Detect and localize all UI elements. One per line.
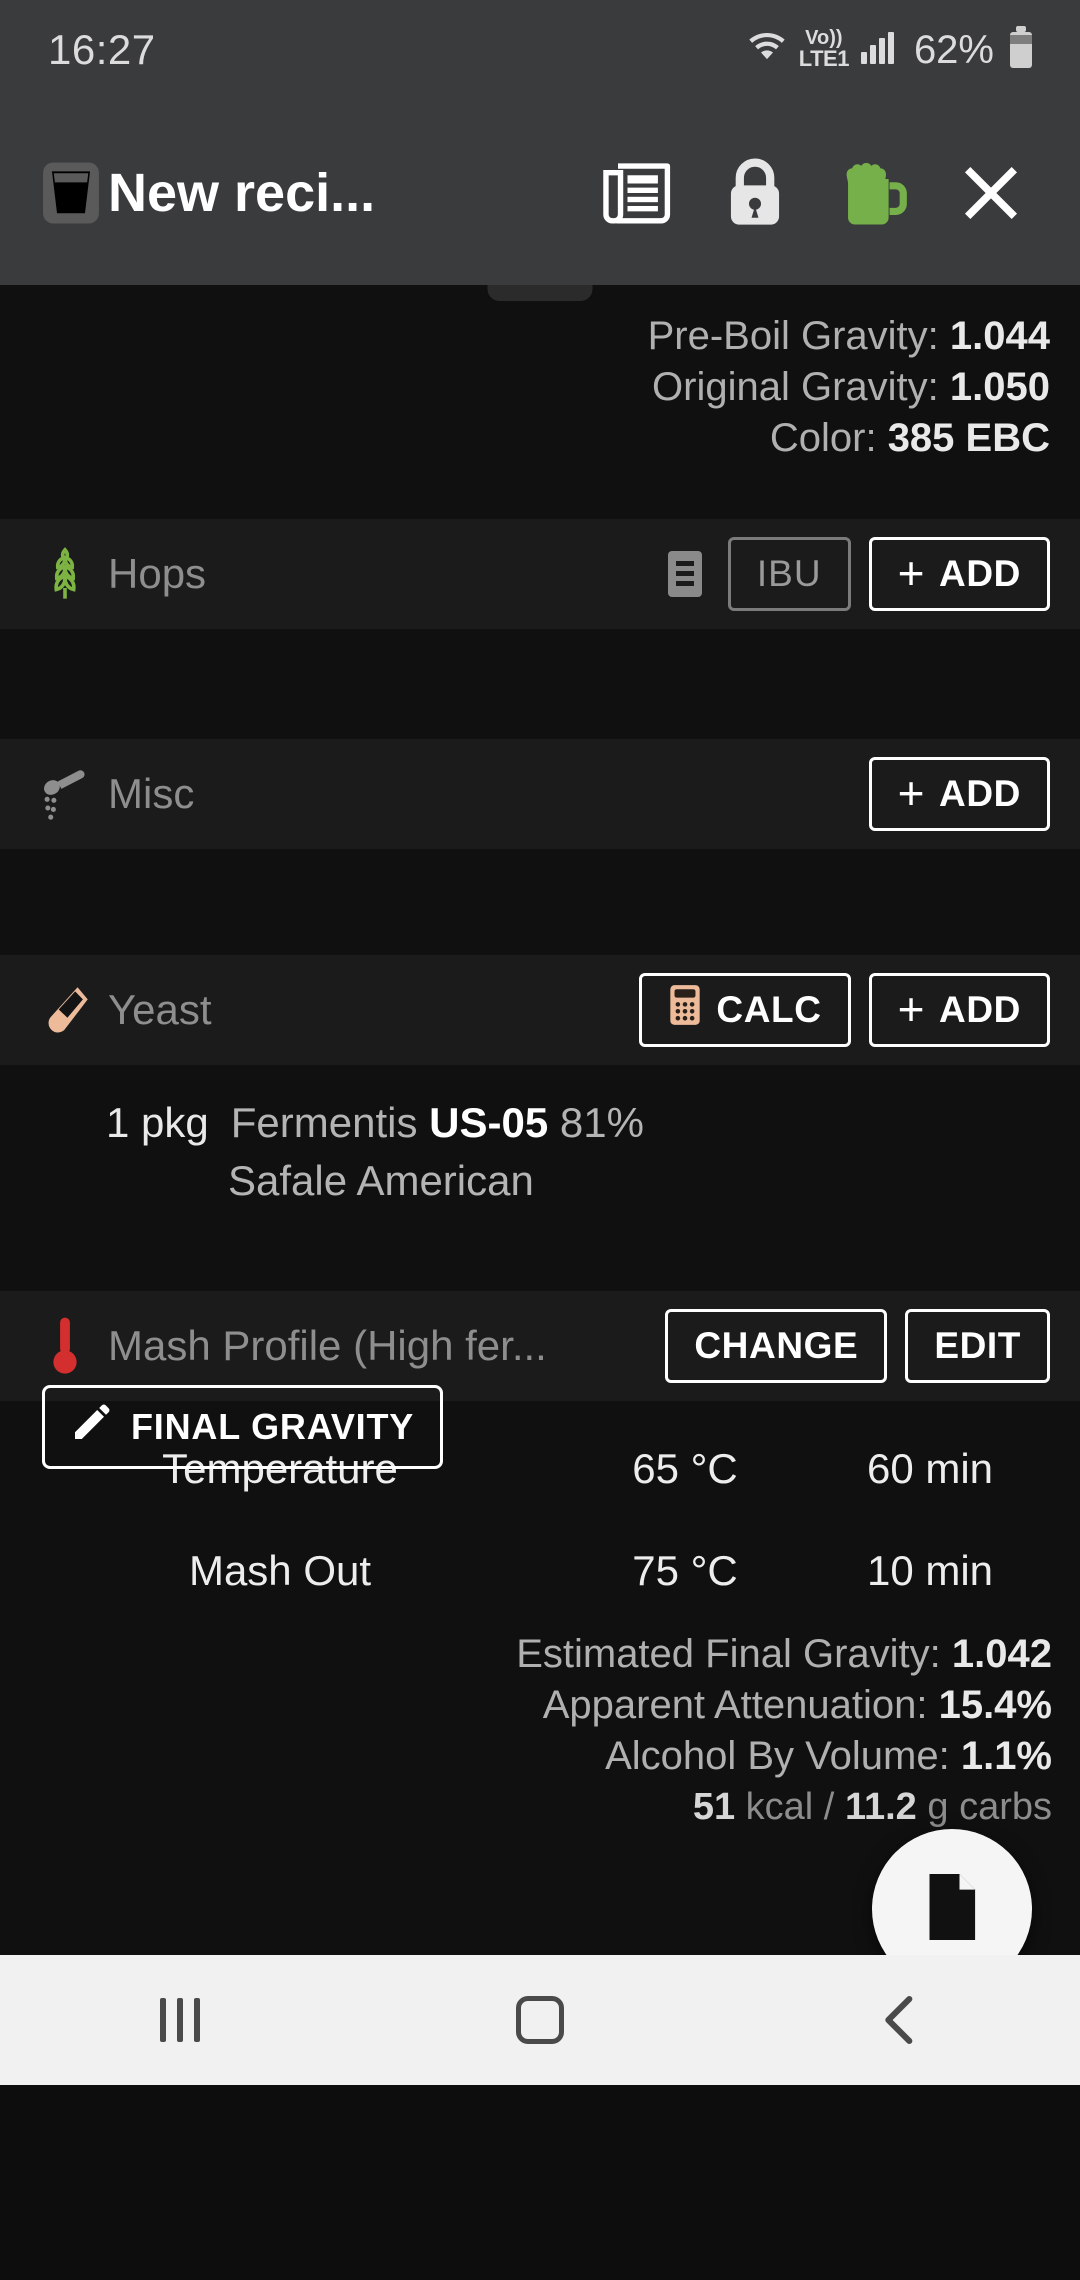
- section-title-misc: Misc: [108, 769, 195, 817]
- document-icon: [921, 1871, 983, 1948]
- add-label: ADD: [939, 772, 1021, 814]
- stat-final-gravity: Estimated Final Gravity: 1.042: [0, 1629, 1052, 1680]
- stat-label: Original Gravity:: [652, 365, 939, 410]
- add-hops-button[interactable]: + ADD: [868, 536, 1050, 611]
- hop-list-icon[interactable]: [667, 550, 702, 597]
- collapse-handle[interactable]: [487, 285, 593, 301]
- change-label: CHANGE: [694, 1324, 859, 1366]
- stat-label: Pre-Boil Gravity:: [647, 314, 939, 358]
- mash-step-time: 60 min: [866, 1444, 994, 1492]
- volte-indicator: Vo)) LTE1: [798, 27, 850, 71]
- hop-cone-icon: [36, 543, 94, 605]
- stat-label: Alcohol By Volume:: [605, 1733, 950, 1778]
- cellular-signal-icon: [860, 32, 894, 64]
- close-icon[interactable]: [932, 134, 1050, 252]
- mash-step-time: 10 min: [866, 1546, 994, 1594]
- mash-step-temp: 75 °C: [632, 1546, 738, 1594]
- yeast-code: US-05: [429, 1098, 549, 1146]
- edit-label: EDIT: [934, 1324, 1021, 1366]
- kcal-unit: kcal /: [745, 1786, 835, 1829]
- lock-icon[interactable]: [696, 134, 814, 252]
- top-stats: Pre-Boil Gravity: 1.044 Original Gravity…: [0, 285, 1080, 485]
- thermometer-icon: [36, 1315, 94, 1377]
- stat-apparent-attenuation: Apparent Attenuation: 15.4%: [0, 1680, 1052, 1731]
- add-label: ADD: [939, 988, 1021, 1030]
- status-time: 16:27: [48, 26, 156, 73]
- status-bar: 16:27 Vo)) LTE1 62%: [0, 0, 1080, 100]
- battery-percent: 62%: [913, 27, 994, 72]
- stat-value: 1.042: [951, 1631, 1052, 1676]
- plus-icon: +: [897, 767, 926, 820]
- app-bar: New reci...: [0, 100, 1080, 285]
- test-tube-icon: [36, 979, 94, 1041]
- system-nav-bar: [0, 1955, 1080, 2085]
- battery-icon: [1010, 26, 1032, 68]
- section-title-yeast: Yeast: [108, 985, 212, 1033]
- stat-label: Color:: [769, 416, 877, 461]
- home-icon[interactable]: [440, 1955, 640, 2085]
- mash-change-button[interactable]: CHANGE: [665, 1308, 888, 1383]
- yeast-item[interactable]: 1 pkg Fermentis US-05 81%: [0, 1065, 1080, 1147]
- stat-original-gravity: Original Gravity: 1.050: [0, 362, 1050, 413]
- add-yeast-button[interactable]: + ADD: [868, 972, 1050, 1047]
- spoon-icon: [36, 763, 94, 825]
- recipe-scroll-content[interactable]: Pre-Boil Gravity: 1.044 Original Gravity…: [0, 285, 1080, 2085]
- section-yeast[interactable]: Yeast CALC + ADD: [0, 954, 1080, 1065]
- final-gravity-button-wrap: FINAL GRAVITY: [42, 1385, 444, 1469]
- wifi-icon: [745, 28, 789, 73]
- pencil-icon: [71, 1403, 111, 1452]
- section-misc[interactable]: Misc + ADD: [0, 738, 1080, 849]
- plus-icon: +: [897, 983, 926, 1036]
- mash-step-row[interactable]: Mash Out 75 °C 10 min: [0, 1493, 1080, 1595]
- beer-glass-icon: [40, 160, 102, 226]
- stat-label: Apparent Attenuation:: [542, 1682, 928, 1727]
- carbs-value: 11.2: [844, 1786, 917, 1829]
- back-icon[interactable]: [800, 1955, 1000, 2085]
- section-hops[interactable]: Hops IBU + ADD: [0, 518, 1080, 629]
- kcal-value: 51: [692, 1786, 736, 1829]
- calc-label: CALC: [716, 988, 822, 1030]
- final-gravity-label: FINAL GRAVITY: [131, 1406, 415, 1447]
- yeast-name: Fermentis US-05 81%: [231, 1099, 644, 1147]
- bottom-stats: Estimated Final Gravity: 1.042 Apparent …: [0, 1629, 1080, 1830]
- mash-edit-button[interactable]: EDIT: [905, 1308, 1050, 1383]
- stat-value: 385 EBC: [887, 416, 1050, 461]
- stat-preboil-gravity: Pre-Boil Gravity: 1.044: [0, 311, 1050, 362]
- stat-abv: Alcohol By Volume: 1.1%: [0, 1731, 1052, 1782]
- stat-value: 1.044: [949, 314, 1050, 358]
- stat-value: 15.4%: [938, 1682, 1052, 1727]
- recents-icon[interactable]: [80, 1955, 280, 2085]
- plus-icon: +: [897, 547, 926, 600]
- beer-mug-icon[interactable]: [814, 134, 932, 252]
- section-title-hops: Hops: [108, 549, 207, 597]
- carbs-unit: g carbs: [927, 1786, 1052, 1829]
- calculator-icon: [668, 983, 702, 1036]
- final-gravity-button[interactable]: FINAL GRAVITY: [42, 1385, 444, 1469]
- yeast-attenuation: 81%: [559, 1098, 644, 1146]
- add-misc-button[interactable]: + ADD: [868, 756, 1050, 831]
- yeast-amount: 1 pkg: [106, 1098, 209, 1146]
- yeast-calc-button[interactable]: CALC: [639, 972, 851, 1047]
- stat-value: 1.050: [949, 365, 1050, 410]
- stat-value: 1.1%: [960, 1733, 1052, 1778]
- mash-step-name: Mash Out: [188, 1546, 372, 1594]
- ibu-label: IBU: [756, 552, 822, 594]
- yeast-subtitle: Safale American: [228, 1156, 534, 1204]
- nutrition-line: 51 kcal / 11.2 g carbs: [0, 1786, 1052, 1829]
- page-title: New reci...: [108, 162, 376, 223]
- section-title-mash: Mash Profile (High fer...: [108, 1321, 547, 1369]
- status-indicators: Vo)) LTE1 62%: [745, 26, 1032, 73]
- ibu-button[interactable]: IBU: [727, 536, 851, 611]
- recipe-title-group[interactable]: New reci...: [40, 160, 375, 226]
- stat-color: Color: 385 EBC: [0, 413, 1050, 464]
- stat-label: Estimated Final Gravity:: [516, 1631, 941, 1676]
- news-icon[interactable]: [578, 134, 696, 252]
- yeast-brand: Fermentis: [230, 1098, 418, 1146]
- mash-step-temp: 65 °C: [632, 1444, 738, 1492]
- add-label: ADD: [939, 552, 1021, 594]
